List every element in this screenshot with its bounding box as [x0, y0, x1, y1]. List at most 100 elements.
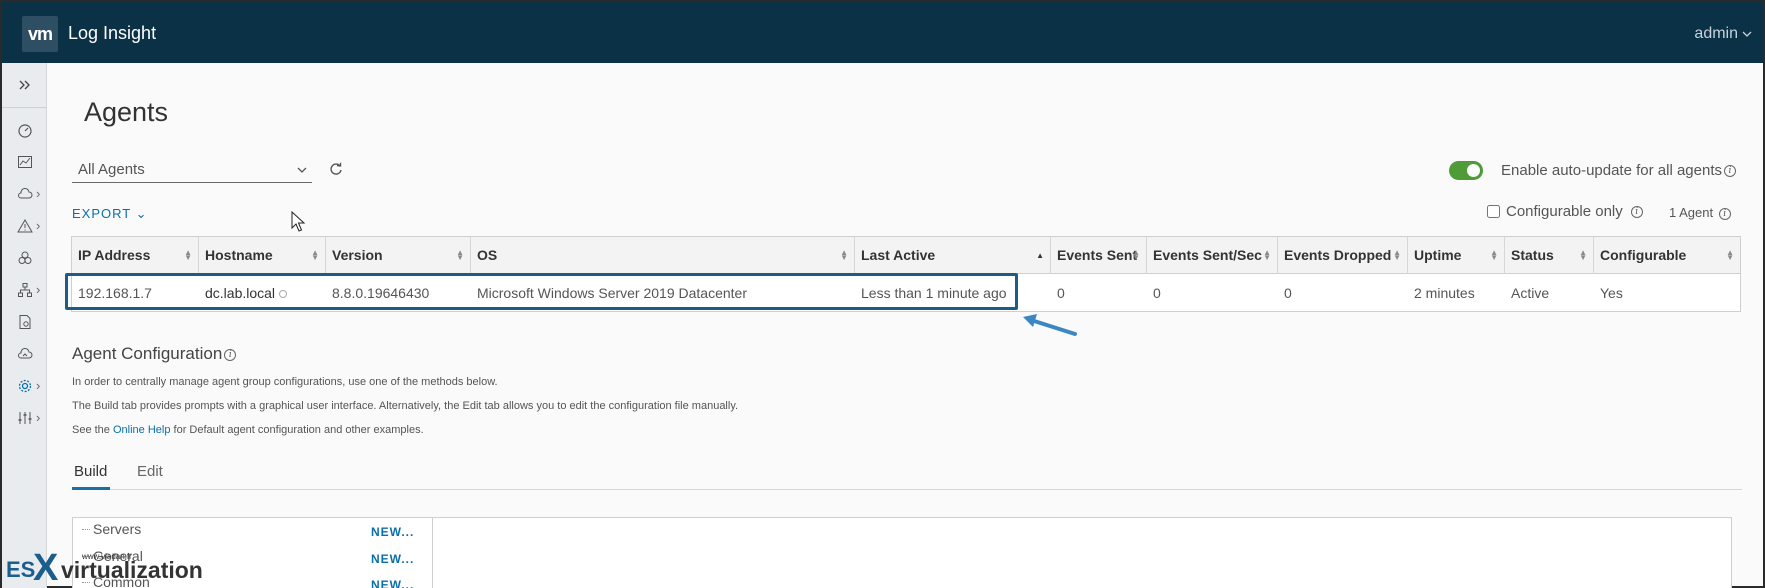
- chevron-right-icon: ›: [36, 218, 41, 233]
- column-label: IP Address: [78, 247, 151, 263]
- sort-icon[interactable]: ▲ ▼: [840, 249, 848, 262]
- gear-icon[interactable]: ›: [2, 373, 47, 399]
- column-header-events-dropped[interactable]: Events Dropped ▲ ▼: [1278, 237, 1408, 274]
- tab-edit[interactable]: Edit: [137, 463, 163, 480]
- sort-icon[interactable]: ▲ ▼: [1393, 249, 1401, 262]
- sort-icon[interactable]: ▲ ▼: [1132, 249, 1140, 262]
- config-description-1: In order to centrally manage agent group…: [72, 376, 498, 388]
- watermark-es: ES: [6, 557, 36, 582]
- agent-count: 1 Agent i: [1669, 205, 1731, 220]
- new-general-button[interactable]: NEW...: [371, 552, 414, 566]
- configurable-only-input[interactable]: [1487, 205, 1500, 218]
- auto-update-text: Enable auto-update for all agents: [1501, 162, 1722, 179]
- column-label: Events Sent: [1057, 247, 1138, 263]
- watermark-text: virtualization: [61, 557, 203, 583]
- agent-filter-select[interactable]: All Agents: [72, 157, 312, 183]
- configurable-only-checkbox[interactable]: Configurable only i: [1487, 203, 1643, 220]
- vmware-logo[interactable]: vm: [22, 16, 58, 52]
- sort-icon[interactable]: ▲ ▼: [311, 249, 319, 262]
- cell-events-dropped: 0: [1284, 285, 1292, 301]
- column-label: Version: [332, 247, 383, 263]
- config-description-2: The Build tab provides prompts with a gr…: [72, 400, 739, 412]
- info-icon[interactable]: i: [224, 348, 237, 361]
- column-label: Status: [1511, 247, 1554, 263]
- expand-icon[interactable]: [2, 63, 47, 107]
- sort-icon[interactable]: ▲ ▼: [1263, 249, 1271, 262]
- agent-icon[interactable]: [2, 309, 47, 335]
- chevron-down-icon: ⌄: [135, 206, 148, 221]
- agent-count-text: 1 Agent: [1669, 205, 1714, 220]
- tree-item-servers[interactable]: Servers: [81, 521, 142, 537]
- dashboard-icon[interactable]: [2, 117, 47, 143]
- chevron-right-icon: ›: [36, 410, 41, 425]
- column-header-version[interactable]: Version ▲ ▼: [326, 237, 471, 274]
- chevron-right-icon: ›: [36, 186, 41, 201]
- column-header-uptime[interactable]: Uptime ▲ ▼: [1408, 237, 1505, 274]
- cloud-sync-icon[interactable]: [2, 341, 47, 367]
- config-tabs: Build Edit: [72, 460, 1742, 490]
- active-tab-indicator: [72, 487, 110, 490]
- top-header: vm Log Insight admin: [2, 2, 1763, 63]
- content-pack-icon[interactable]: [2, 245, 47, 271]
- sliders-icon[interactable]: ›: [2, 405, 47, 431]
- sort-icon[interactable]: ▲ ▼: [1726, 249, 1734, 262]
- sort-asc-icon[interactable]: ▲: [1036, 252, 1044, 260]
- sidebar-divider: [2, 107, 47, 108]
- column-header-events-sent-sec[interactable]: Events Sent/Sec ▲ ▼: [1147, 237, 1278, 274]
- column-header-configurable[interactable]: Configurable ▲ ▼: [1594, 237, 1740, 274]
- chevron-down-icon: [1742, 31, 1752, 37]
- agent-filter-value: All Agents: [78, 161, 145, 178]
- cell-configurable: Yes: [1600, 285, 1623, 301]
- column-label: Events Dropped: [1284, 247, 1392, 263]
- sidebar: › › › › ›: [2, 63, 47, 588]
- sort-icon[interactable]: ▲ ▼: [1579, 249, 1587, 262]
- alert-icon[interactable]: ›: [2, 213, 47, 239]
- sort-icon[interactable]: ▲ ▼: [1490, 249, 1498, 262]
- row-highlight-box: [65, 273, 1018, 310]
- column-label: Last Active: [861, 247, 936, 263]
- auto-update-toggle[interactable]: [1449, 161, 1483, 180]
- hierarchy-icon[interactable]: ›: [2, 277, 47, 303]
- export-label: EXPORT: [72, 206, 131, 221]
- chart-icon[interactable]: [2, 149, 47, 175]
- config-title-text: Agent Configuration: [72, 344, 223, 363]
- info-icon[interactable]: i: [1724, 165, 1736, 178]
- column-header-status[interactable]: Status ▲ ▼: [1505, 237, 1594, 274]
- user-menu[interactable]: admin: [1694, 25, 1753, 43]
- refresh-icon[interactable]: [329, 162, 343, 176]
- config-description-3: See the Online Help for Default agent co…: [72, 424, 424, 436]
- agent-configuration-title: Agent Configuration i: [72, 344, 237, 364]
- info-icon[interactable]: i: [1718, 207, 1731, 220]
- configurable-only-label: Configurable only: [1506, 203, 1623, 220]
- config-builder: Servers NEW... General NEW... Common NEW…: [72, 517, 1732, 588]
- column-header-os[interactable]: OS ▲ ▼: [471, 237, 855, 274]
- user-name: admin: [1694, 25, 1738, 42]
- new-common-button[interactable]: NEW...: [371, 578, 414, 588]
- sort-icon[interactable]: ▲ ▼: [184, 249, 192, 262]
- new-servers-button[interactable]: NEW...: [371, 525, 414, 539]
- column-header-ip[interactable]: IP Address ▲ ▼: [72, 237, 199, 274]
- esx-virtualization-watermark: ES X www.vladan.fr virtualization: [4, 547, 234, 588]
- watermark-x: X: [33, 547, 59, 588]
- column-label: Configurable: [1600, 247, 1687, 263]
- info-icon[interactable]: i: [1630, 205, 1643, 218]
- cell-status: Active: [1511, 285, 1550, 301]
- column-header-last-active[interactable]: Last Active ▲: [855, 237, 1051, 274]
- tree-label: Servers: [93, 521, 142, 537]
- chevron-right-icon: ›: [36, 282, 41, 297]
- chevron-down-icon: [297, 167, 307, 173]
- chevron-right-icon: ›: [36, 378, 41, 393]
- cell-events-sent: 0: [1057, 285, 1065, 301]
- column-header-hostname[interactable]: Hostname ▲ ▼: [199, 237, 326, 274]
- column-label: Events Sent/Sec: [1153, 247, 1262, 263]
- page-title: Agents: [84, 97, 169, 127]
- tab-build[interactable]: Build: [74, 463, 107, 480]
- column-header-events-sent[interactable]: Events Sent ▲ ▼: [1051, 237, 1147, 274]
- config-text: for Default agent configuration and othe…: [170, 424, 424, 436]
- sort-icon[interactable]: ▲ ▼: [456, 249, 464, 262]
- export-button[interactable]: EXPORT ⌄: [72, 206, 148, 222]
- online-help-link[interactable]: Online Help: [113, 424, 170, 436]
- column-label: Uptime: [1414, 247, 1462, 263]
- cloud-icon[interactable]: ›: [2, 181, 47, 207]
- auto-update-label: Enable auto-update for all agents i: [1501, 162, 1736, 179]
